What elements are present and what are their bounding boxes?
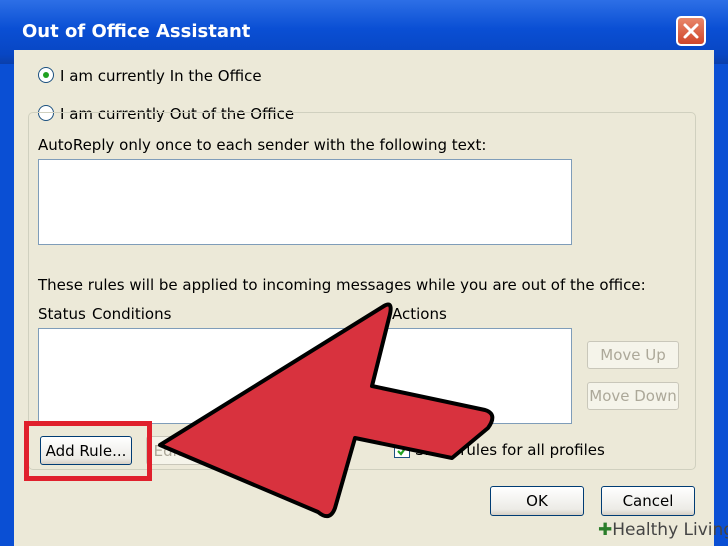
arrow-shape xyxy=(158,302,495,519)
watermark: ✚Healthy Living xyxy=(598,520,728,540)
annotation-highlight-box xyxy=(24,421,152,481)
watermark-text: Healthy Living xyxy=(612,520,728,540)
wikihow-logo: ✚ xyxy=(598,520,613,540)
